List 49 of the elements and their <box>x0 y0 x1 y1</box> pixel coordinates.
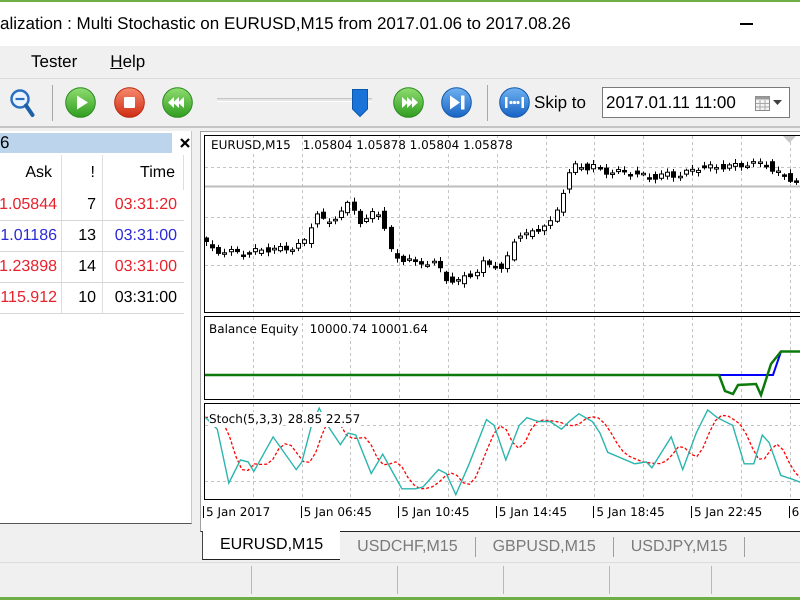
price-values: 1.05804 1.05878 1.05804 1.05878 <box>302 138 513 153</box>
table-cell: 7 <box>62 190 103 221</box>
chart-tab[interactable]: EURUSD,M15 <box>202 531 340 560</box>
symbol-label: EURUSD,M15 <box>211 138 291 153</box>
time-axis-label: 5 Jan 22:45 <box>694 505 762 519</box>
rewind-icon[interactable] <box>162 87 193 118</box>
table-cell: 1.23898 <box>0 252 62 283</box>
skip-forward-icon[interactable] <box>441 87 472 118</box>
shift-marker-icon[interactable] <box>783 136 796 143</box>
series-label: Balance Equity <box>209 322 299 337</box>
indicator-values: 28.85 22.57 <box>288 412 360 427</box>
window-title: alization : Multi Stochastic on EURUSD,M15 from 2017.01.06 to 2017.08.26 <box>0 14 571 34</box>
table-cell: 03:31:00 <box>103 252 184 283</box>
chart-tab[interactable]: USDCHF,M15 <box>340 537 476 557</box>
time-axis-label: 5 Jan 06:45 <box>304 505 372 519</box>
skip-to-button[interactable]: Skip to <box>499 87 586 118</box>
menu-item[interactable]: Tester <box>31 52 78 72</box>
table-cell: 1.01186 <box>0 221 62 252</box>
column-header[interactable]: Time <box>103 155 184 190</box>
chart-tab[interactable]: GBPUSD,M15 <box>476 537 614 557</box>
time-axis-label: 5 Jan 14:45 <box>498 505 568 519</box>
slider-thumb[interactable] <box>352 88 368 116</box>
table-cell: 03:31:00 <box>103 283 184 314</box>
time-axis-label: 5 Jan 18:45 <box>596 505 665 519</box>
close-icon[interactable] <box>180 138 190 148</box>
chart-tab[interactable]: USDJPY,M15 <box>614 537 746 557</box>
balance-line <box>719 351 782 376</box>
table-cell: 03:31:20 <box>103 190 184 221</box>
caret-icon[interactable] <box>773 100 782 105</box>
table-cell: 115.912 <box>0 283 62 314</box>
table-cell: 14 <box>62 252 103 283</box>
indicator-label: Stoch(5,3,3) <box>209 412 283 427</box>
panel-title: 6 <box>0 133 10 153</box>
table-cell: 1.05844 <box>0 190 62 221</box>
table-cell: 03:31:00 <box>103 221 184 252</box>
date-field[interactable]: 2017.01.11 11:00 <box>602 87 790 118</box>
play-icon[interactable] <box>65 87 96 118</box>
stop-icon[interactable] <box>114 87 145 118</box>
table-cell: 10 <box>62 283 103 314</box>
menu-item[interactable]: Help <box>110 52 146 72</box>
time-axis-label: 6 <box>792 505 800 519</box>
column-header[interactable]: ! <box>62 155 103 190</box>
table-cell: 13 <box>62 221 103 252</box>
column-header[interactable]: Ask <box>0 155 62 190</box>
zoom-out-icon[interactable] <box>9 88 35 118</box>
balance-values: 10000.74 10001.64 <box>310 322 428 337</box>
time-axis-label: 5 Jan 10:45 <box>401 505 470 519</box>
time-axis-label: 5 Jan 2017 <box>206 505 270 519</box>
fast-forward-icon[interactable] <box>393 87 424 118</box>
